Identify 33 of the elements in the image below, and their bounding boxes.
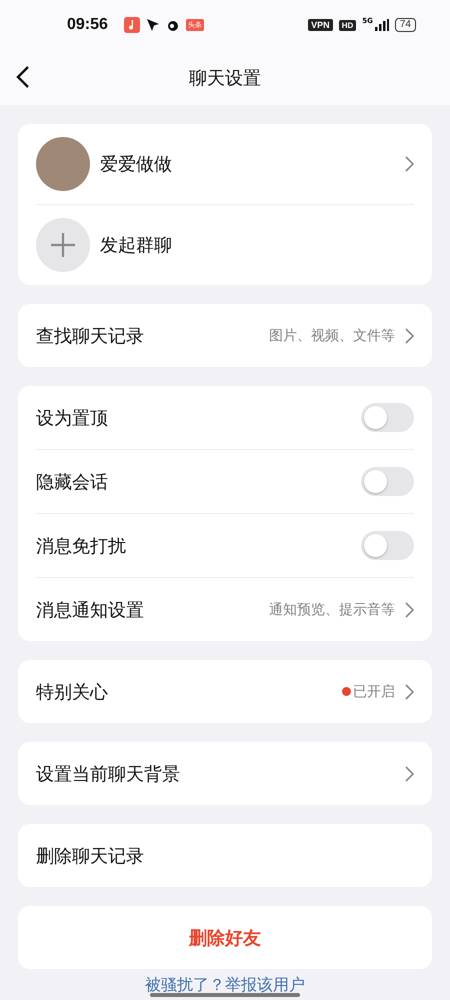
signal-icon <box>374 19 389 31</box>
back-button[interactable] <box>16 65 30 89</box>
setting-label[interactable]: 特别关心 <box>36 680 108 704</box>
chevron-right-icon <box>405 684 414 700</box>
hd-indicator: HD <box>338 20 356 30</box>
arrow-cursor-icon <box>146 18 160 32</box>
setting-label[interactable]: 消息通知设置 <box>36 598 144 622</box>
setting-label[interactable]: 删除聊天记录 <box>36 844 144 868</box>
toggle-switch[interactable] <box>361 531 414 560</box>
contact-name[interactable]: 爱爱做做 <box>100 152 391 176</box>
setting-label[interactable]: 设为置顶 <box>36 406 108 430</box>
setting-value: 已开启 <box>353 682 395 700</box>
delete-friend-button[interactable]: 删除好友 <box>36 906 414 969</box>
music-note-icon <box>124 17 140 33</box>
chevron-right-icon <box>405 328 414 344</box>
setting-label[interactable]: 消息免打扰 <box>36 534 126 558</box>
report-user-link[interactable]: 被骚扰了？举报该用户 <box>145 975 305 996</box>
chevron-right-icon <box>405 156 414 172</box>
avatar-placeholder[interactable] <box>36 137 90 191</box>
chevron-right-icon <box>405 766 414 782</box>
toggle-switch[interactable] <box>361 467 414 496</box>
setting-label[interactable]: 隐藏会话 <box>36 470 108 494</box>
chevron-right-icon <box>405 602 414 618</box>
create-group-label[interactable]: 发起群聊 <box>100 233 414 257</box>
setting-value: 图片、视频、文件等 <box>269 326 395 344</box>
setting-label[interactable]: 查找聊天记录 <box>36 324 144 348</box>
setting-value: 通知预览、提示音等 <box>269 600 395 618</box>
toggle-switch[interactable] <box>361 403 414 432</box>
battery-indicator: 74 <box>394 18 416 32</box>
setting-label[interactable]: 设置当前聊天背景 <box>36 762 180 786</box>
page-title: 聊天设置 <box>189 66 261 90</box>
vpn-indicator: VPN <box>308 19 333 31</box>
status-time: 09:56 <box>67 16 108 34</box>
